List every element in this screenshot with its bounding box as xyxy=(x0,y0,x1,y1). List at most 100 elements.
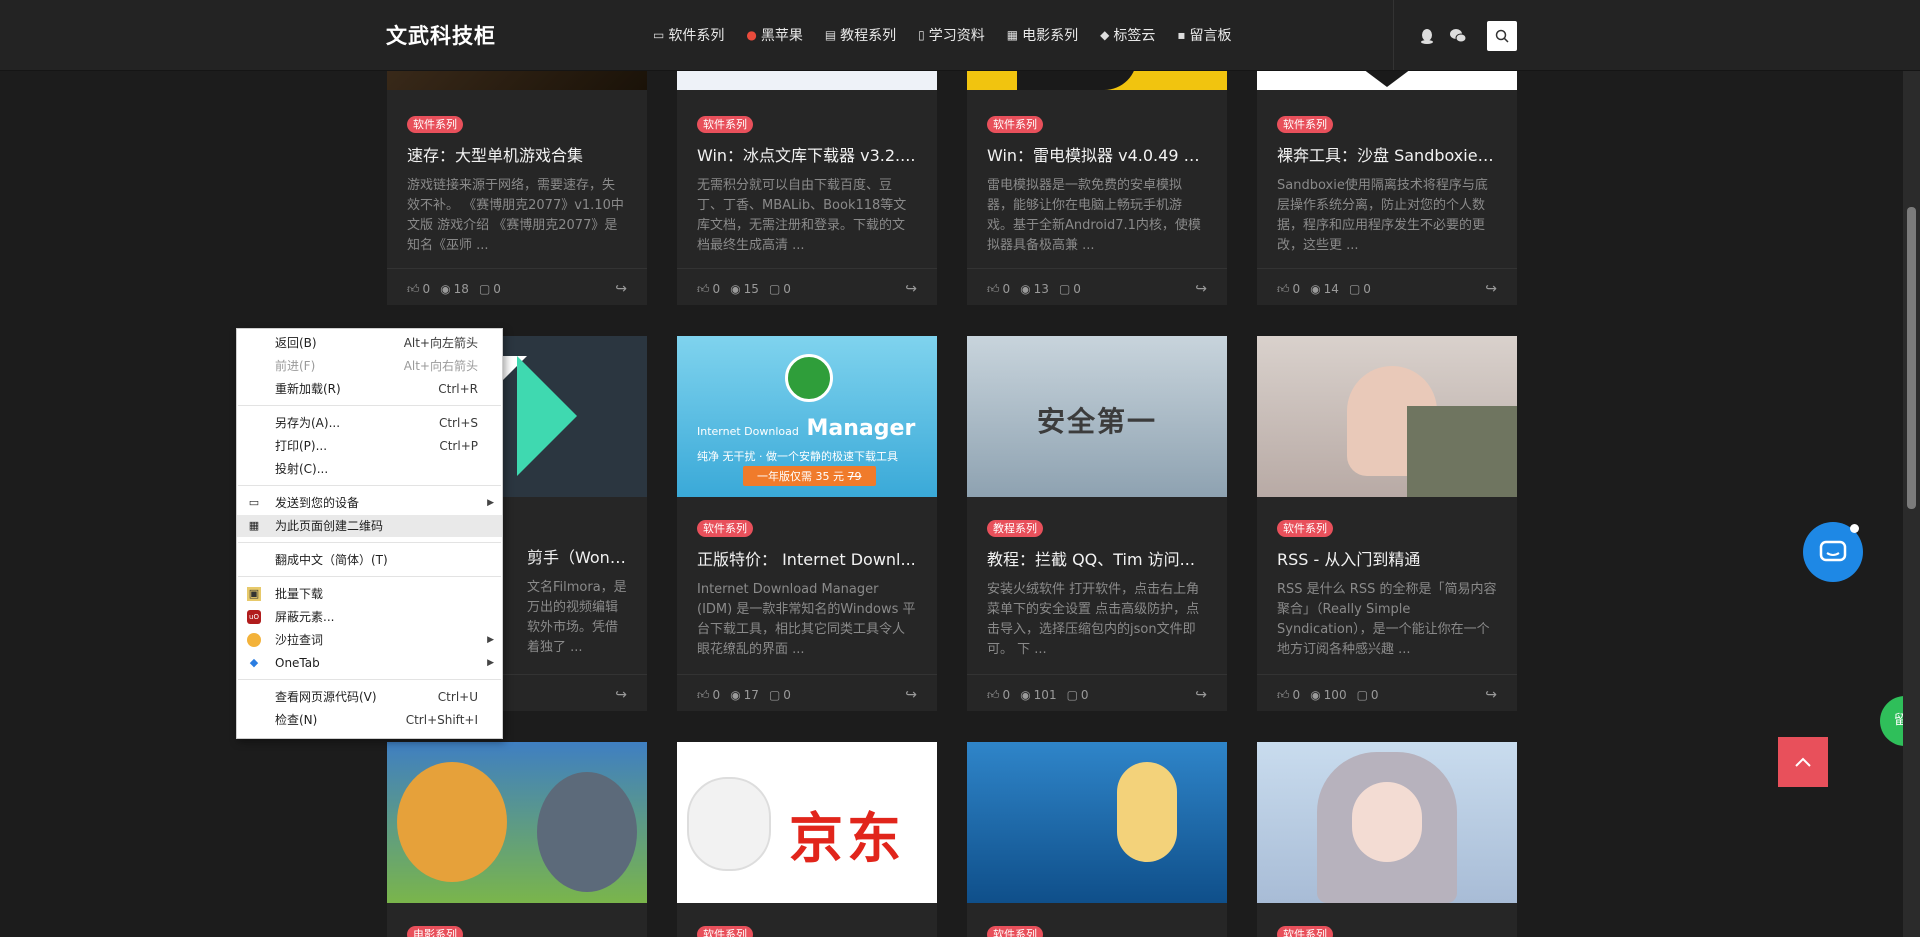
menu-item-create-qr-code[interactable]: ▦ 为此页面创建二维码 xyxy=(237,515,502,537)
post-card[interactable]: 软件系列 RSS - 从入门到精通 RSS 是什么 RSS 的全称是「简易内容聚… xyxy=(1257,336,1517,711)
menu-item-view-source[interactable]: 查看网页源代码(V) Ctrl+U xyxy=(237,686,502,708)
comment-count[interactable]: ▢ 0 xyxy=(769,688,791,702)
card-divider xyxy=(1257,674,1517,675)
post-thumbnail[interactable] xyxy=(387,742,647,903)
post-title[interactable]: Win：冰点文库下载器 v3.2.... xyxy=(697,142,917,166)
comment-count[interactable]: ▢ 0 xyxy=(479,282,501,296)
category-tag[interactable]: 软件系列 xyxy=(697,926,753,937)
menu-item-send-to-device[interactable]: ▭ 发送到您的设备 ▶ xyxy=(237,492,502,514)
post-card[interactable]: 电影系列 xyxy=(387,742,647,937)
post-thumbnail[interactable]: 京东 xyxy=(677,742,937,903)
share-icon[interactable]: ↪ xyxy=(1485,687,1497,703)
eye-icon: ◉ xyxy=(730,688,741,702)
post-excerpt: RSS 是什么 RSS 的全称是「简易内容聚合」（Really Simple S… xyxy=(1277,582,1497,657)
menu-item-inspect[interactable]: 检查(N) Ctrl+Shift+I xyxy=(237,709,502,731)
post-meta: 👍︎ 0 ◉ 18 ▢ 0 ↪ xyxy=(407,279,627,299)
post-thumbnail[interactable]: Internet Download Manager 纯净 无干扰 · 做一个安静… xyxy=(677,336,937,497)
post-title[interactable]: 裸奔工具：沙盘 Sandboxie ... xyxy=(1277,142,1497,166)
card-divider xyxy=(967,674,1227,675)
category-tag[interactable]: 软件系列 xyxy=(1277,926,1333,937)
menu-item-hackintosh[interactable]: ● 黑苹果 xyxy=(746,25,802,45)
menu-item-save-as[interactable]: 另存为(A)... Ctrl+S xyxy=(237,412,502,434)
comment-count[interactable]: ▢ 0 xyxy=(1059,282,1081,296)
thumbs-up-icon: 👍︎ xyxy=(987,687,1000,702)
menu-item-study[interactable]: ▯ 学习资料 xyxy=(918,25,985,45)
chat-launcher-button[interactable] xyxy=(1803,522,1863,582)
menu-item-onetab[interactable]: ◆ OneTab ▶ xyxy=(237,652,502,674)
share-icon[interactable]: ↪ xyxy=(615,281,627,297)
menu-item-saladict[interactable]: 沙拉查词 ▶ xyxy=(237,629,502,651)
share-icon[interactable]: ↪ xyxy=(1195,687,1207,703)
like-count[interactable]: 👍︎ 0 xyxy=(1277,688,1300,703)
category-tag[interactable]: 软件系列 xyxy=(987,926,1043,937)
post-card[interactable]: 软件系列 Win：冰点文库下载器 v3.2.... 无需积分就可以自由下载百度、… xyxy=(677,57,937,305)
category-tag[interactable]: 软件系列 xyxy=(1277,520,1333,537)
post-card[interactable]: 安全第一 教程系列 教程：拦截 QQ、Tim 访问... 安装火绒软件 打开软件… xyxy=(967,336,1227,711)
menu-item-software[interactable]: ▭ 软件系列 xyxy=(653,25,724,45)
back-to-top-button[interactable] xyxy=(1778,737,1828,787)
post-thumbnail[interactable] xyxy=(1257,336,1517,497)
ublock-icon: uO xyxy=(247,610,261,624)
like-count[interactable]: 👍︎ 0 xyxy=(1277,282,1300,297)
post-title[interactable]: 正版特价： Internet Downl... xyxy=(697,546,917,570)
menu-item-guestbook[interactable]: ▪ 留言板 xyxy=(1177,25,1231,45)
post-card[interactable]: 软件系列 xyxy=(967,742,1227,937)
comment-count[interactable]: ▢ 0 xyxy=(1349,282,1371,296)
share-icon[interactable]: ↪ xyxy=(1195,281,1207,297)
category-tag[interactable]: 软件系列 xyxy=(697,520,753,537)
thumbnail-caption: 安全第一 xyxy=(1037,405,1158,438)
menu-item-tags[interactable]: ◆ 标签云 xyxy=(1100,25,1155,45)
post-card[interactable]: 软件系列 xyxy=(1257,742,1517,937)
post-thumbnail[interactable] xyxy=(1257,742,1517,903)
post-title[interactable]: 速存：大型单机游戏合集 xyxy=(407,142,627,166)
post-title[interactable]: 教程：拦截 QQ、Tim 访问... xyxy=(987,546,1207,570)
menu-item-reload[interactable]: 重新加载(R) Ctrl+R xyxy=(237,378,502,400)
scrollbar-thumb[interactable] xyxy=(1907,207,1916,509)
search-button[interactable] xyxy=(1487,21,1517,51)
category-tag[interactable]: 教程系列 xyxy=(987,520,1043,537)
like-count[interactable]: 👍︎ 0 xyxy=(697,282,720,297)
share-icon[interactable]: ↪ xyxy=(905,687,917,703)
like-count[interactable]: 👍︎ 0 xyxy=(987,688,1010,703)
comment-count[interactable]: ▢ 0 xyxy=(1357,688,1379,702)
post-card[interactable]: 京东 软件系列 xyxy=(677,742,937,937)
post-thumbnail[interactable]: 安全第一 xyxy=(967,336,1227,497)
menu-item-print[interactable]: 打印(P)... Ctrl+P xyxy=(237,435,502,457)
like-count[interactable]: 👍︎ 0 xyxy=(407,282,430,297)
menu-item-cast[interactable]: 投射(C)... xyxy=(237,458,502,480)
post-title[interactable]: Win：雷电模拟器 v4.0.49 去... xyxy=(987,142,1207,166)
page-scrollbar[interactable] xyxy=(1903,0,1920,937)
like-count[interactable]: 👍︎ 0 xyxy=(697,688,720,703)
comment-count[interactable]: ▢ 0 xyxy=(1067,688,1089,702)
like-count[interactable]: 👍︎ 0 xyxy=(987,282,1010,297)
post-card[interactable]: 软件系列 速存：大型单机游戏合集 游戏链接来源于网络，需要速存，失效不补。 《赛… xyxy=(387,57,647,305)
site-logo[interactable]: 文武科技柜 xyxy=(386,20,496,50)
menu-item-tutorials[interactable]: ▤ 教程系列 xyxy=(825,25,896,45)
menu-item-back[interactable]: 返回(B) Alt+向左箭头 xyxy=(237,332,502,354)
share-icon[interactable]: ↪ xyxy=(615,687,627,703)
menu-item-block-element[interactable]: uO 屏蔽元素... xyxy=(237,606,502,628)
post-card[interactable]: 软件系列 裸奔工具：沙盘 Sandboxie ... Sandboxie使用隔离… xyxy=(1257,57,1517,305)
menu-item-movies[interactable]: ▦ 电影系列 xyxy=(1007,25,1078,45)
category-tag[interactable]: 软件系列 xyxy=(407,116,463,133)
post-thumbnail[interactable] xyxy=(967,742,1227,903)
share-icon[interactable]: ↪ xyxy=(905,281,917,297)
notification-dot xyxy=(1850,524,1859,533)
category-tag[interactable]: 软件系列 xyxy=(987,116,1043,133)
post-card[interactable]: Internet Download Manager 纯净 无干扰 · 做一个安静… xyxy=(677,336,937,711)
category-tag[interactable]: 电影系列 xyxy=(407,926,463,937)
card-divider xyxy=(677,674,937,675)
post-card[interactable]: 软件系列 Win：雷电模拟器 v4.0.49 去... 雷电模拟器是一款免费的安… xyxy=(967,57,1227,305)
category-tag[interactable]: 软件系列 xyxy=(1277,116,1333,133)
qq-icon[interactable] xyxy=(1419,28,1435,44)
menu-separator xyxy=(238,679,501,680)
post-title[interactable]: RSS - 从入门到精通 xyxy=(1277,546,1497,570)
share-icon[interactable]: ↪ xyxy=(1485,281,1497,297)
comment-count[interactable]: ▢ 0 xyxy=(769,282,791,296)
menu-item-batch-download[interactable]: ▣ 批量下载 xyxy=(237,583,502,605)
category-tag[interactable]: 软件系列 xyxy=(697,116,753,133)
menu-item-label: 黑苹果 xyxy=(760,28,803,44)
menu-item-translate[interactable]: 翻成中文（简体）(T) xyxy=(237,549,502,571)
wechat-icon[interactable] xyxy=(1449,28,1467,44)
view-count: ◉ 101 xyxy=(1020,688,1057,702)
